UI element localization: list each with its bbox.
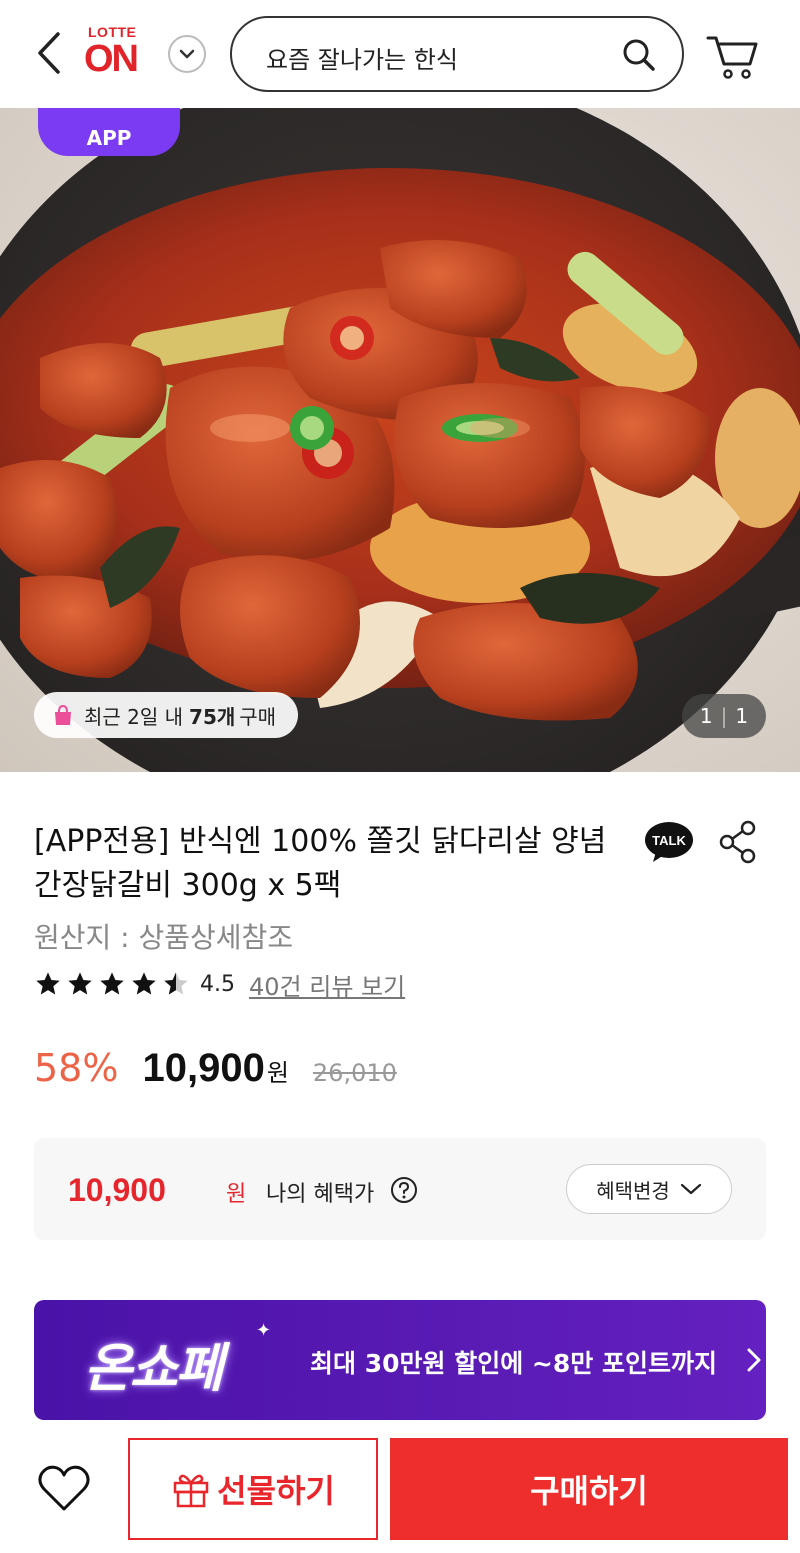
recent-purchase-count: 75개 <box>189 704 236 729</box>
star-half-icon <box>164 972 188 995</box>
search-icon[interactable] <box>622 38 656 72</box>
chevron-left-icon <box>38 32 60 74</box>
dakgalbi-food-image <box>0 168 800 721</box>
origin-text: 원산지 : 상품상세참조 <box>34 921 294 954</box>
recent-purchase-suffix: 구매 <box>239 704 277 729</box>
change-benefit-button[interactable]: 혜택변경 <box>566 1164 732 1214</box>
chevron-right-icon <box>747 1348 761 1372</box>
shopping-bag-icon <box>55 704 71 725</box>
wishlist-button[interactable] <box>36 1464 92 1514</box>
image-pager: 1 | 1 <box>682 694 766 738</box>
mall-dropdown-button[interactable] <box>168 35 206 73</box>
svg-text:TALK: TALK <box>652 833 686 848</box>
benefit-price-box: 10,900 원 나의 혜택가 혜택변경 <box>34 1138 766 1240</box>
benefit-price-unit: 원 <box>226 1182 247 1207</box>
recent-purchase-chip: 최근 2일 내 75개 구매 <box>34 692 299 738</box>
star-full-icon <box>132 972 156 995</box>
app-exclusive-badge: APP <box>38 108 180 156</box>
product-image-carousel[interactable]: APP 최근 2일 내 75개 구매 1 | 1 <box>0 108 800 772</box>
kakao-talk-icon: TALK <box>645 822 693 862</box>
top-header: LOTTE ON 요즘 잘나가는 한식 <box>0 0 800 108</box>
star-full-icon <box>68 972 92 995</box>
product-title: [APP전용] 반식엔 100% 쫄깃 닭다리살 양념 간장닭갈비 300g x… <box>34 824 607 903</box>
gift-icon <box>173 1474 209 1508</box>
benefit-price: 10,900 <box>68 1172 166 1208</box>
pager-total: 1 <box>735 704 749 728</box>
rating-value: 4.5 <box>200 971 235 997</box>
star-full-icon <box>100 972 124 995</box>
back-button[interactable] <box>30 28 70 78</box>
search-placeholder: 요즘 잘나가는 한식 <box>266 46 458 74</box>
price-row: 58% 10,900 원 26,010 <box>34 1046 397 1091</box>
rating-stars <box>34 970 194 998</box>
original-price: 26,010 <box>312 1059 397 1087</box>
rating-row: 4.5 40건 리뷰 보기 <box>34 966 405 1002</box>
banner-message: 최대 30만원 할인에 ~8만 포인트까지 <box>310 1349 717 1378</box>
chevron-down-icon <box>680 1183 701 1195</box>
logo-on-text: ON <box>84 38 139 80</box>
pager-current: 1 <box>699 704 713 728</box>
share-button[interactable] <box>718 820 758 864</box>
onshope-promo-banner[interactable]: 온쇼페 ✦ 최대 30만원 할인에 ~8만 포인트까지 <box>34 1300 766 1420</box>
gift-label: 선물하기 <box>217 1472 335 1510</box>
gift-button[interactable]: 선물하기 <box>128 1438 378 1540</box>
cart-icon <box>706 36 758 79</box>
sparkle-icon: ✦ <box>256 1320 272 1341</box>
lotte-on-logo[interactable]: LOTTE ON <box>84 24 154 82</box>
change-benefit-label: 혜택변경 <box>596 1178 670 1203</box>
discount-rate: 58% <box>34 1046 119 1090</box>
banner-brand: 온쇼페 <box>84 1339 224 1399</box>
cart-button[interactable] <box>704 30 764 82</box>
buy-label: 구매하기 <box>530 1472 648 1510</box>
bottom-action-bar: 선물하기 구매하기 <box>0 1430 800 1553</box>
recent-purchase-prefix: 최근 2일 내 <box>84 704 184 729</box>
buy-button[interactable]: 구매하기 <box>390 1438 788 1540</box>
search-input[interactable]: 요즘 잘나가는 한식 <box>230 16 684 92</box>
heart-icon <box>38 1465 90 1511</box>
pager-separator: | <box>720 704 728 728</box>
chevron-down-icon <box>179 49 195 59</box>
question-circle-icon[interactable] <box>390 1176 418 1204</box>
kakao-talk-share-button[interactable]: TALK <box>644 820 694 864</box>
share-icon <box>719 820 756 864</box>
benefit-label: 나의 혜택가 <box>266 1182 375 1207</box>
price-unit: 원 <box>266 1059 289 1087</box>
review-link[interactable]: 40건 리뷰 보기 <box>249 967 405 1002</box>
star-full-icon <box>36 972 60 995</box>
sale-price: 10,900 <box>142 1046 265 1090</box>
app-badge-label: APP <box>86 126 132 150</box>
